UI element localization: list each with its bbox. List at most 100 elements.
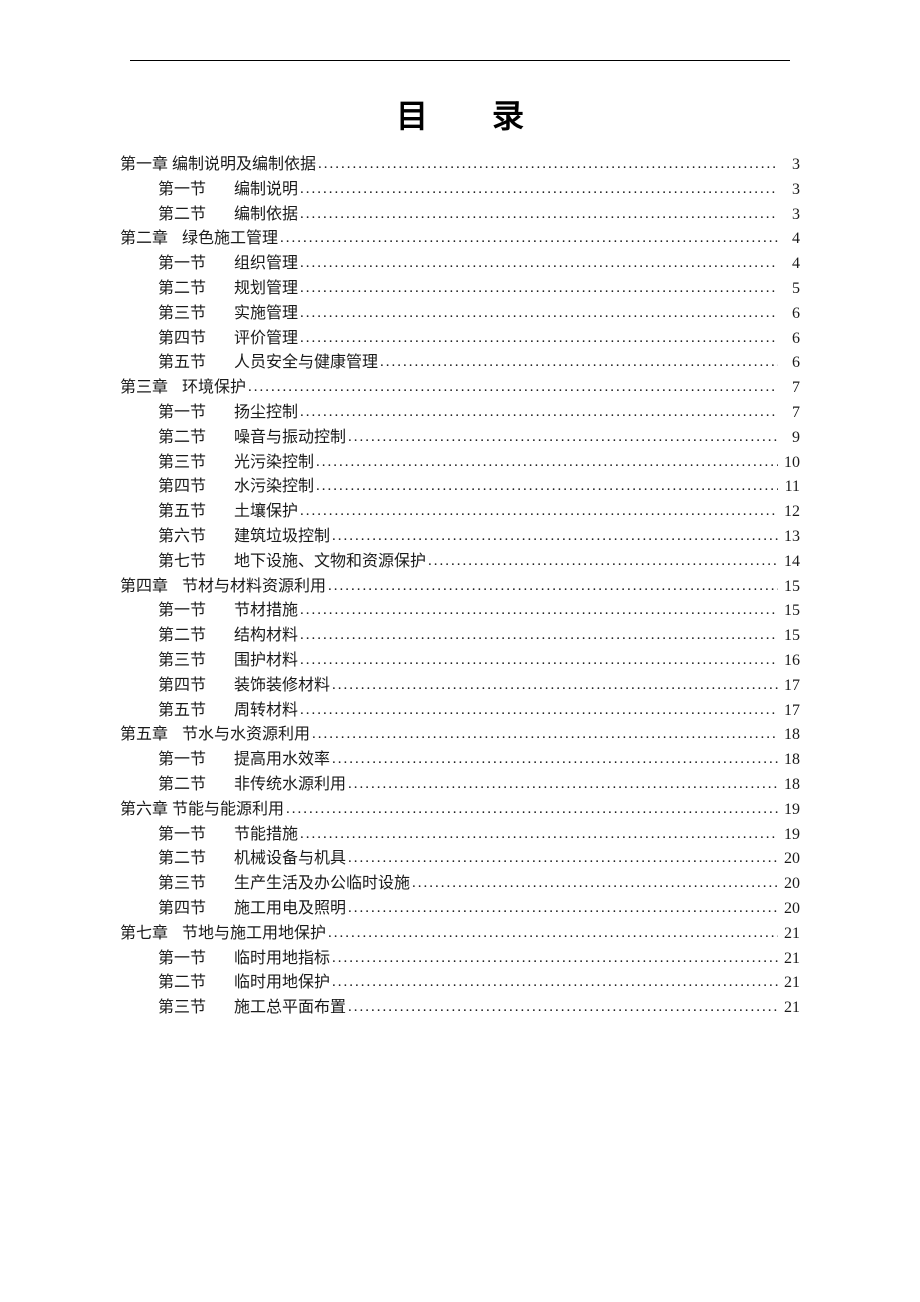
toc-entry: 第一节编制说明3 bbox=[120, 178, 800, 203]
toc-page-number: 13 bbox=[780, 525, 800, 550]
toc-entry: 第一节临时用地指标21 bbox=[120, 947, 800, 972]
toc-leader-dots bbox=[298, 649, 778, 672]
toc-entry-title: 环境保护 bbox=[182, 376, 246, 401]
toc-entry: 第一节组织管理4 bbox=[120, 252, 800, 277]
toc-page-number: 9 bbox=[780, 426, 800, 451]
toc-section-number: 第三节 bbox=[158, 302, 234, 327]
toc-entry-title: 围护材料 bbox=[234, 649, 298, 674]
toc-entry-title: 节材与材料资源利用 bbox=[182, 575, 326, 600]
toc-entry-label: 第三节施工总平面布置 bbox=[158, 996, 346, 1021]
toc-page-number: 21 bbox=[780, 996, 800, 1021]
toc-section-number: 第二节 bbox=[158, 624, 234, 649]
toc-leader-dots bbox=[298, 277, 778, 300]
toc-entry-label: 第二节机械设备与机具 bbox=[158, 847, 346, 872]
toc-section-number: 第四节 bbox=[158, 897, 234, 922]
toc-entry: 第二节结构材料15 bbox=[120, 624, 800, 649]
toc-entry-title: 组织管理 bbox=[234, 252, 298, 277]
toc-section-number: 第六章 bbox=[120, 801, 168, 818]
toc-entry-title: 规划管理 bbox=[234, 277, 298, 302]
toc-entry-title: 编制说明及编制依据 bbox=[172, 153, 316, 178]
toc-entry-title: 节水与水资源利用 bbox=[182, 723, 310, 748]
toc-section-number: 第二节 bbox=[158, 203, 234, 228]
toc-page-number: 11 bbox=[780, 475, 800, 500]
toc-leader-dots bbox=[330, 525, 778, 548]
toc-entry-label: 第一节临时用地指标 bbox=[158, 947, 330, 972]
toc-page-number: 12 bbox=[780, 500, 800, 525]
toc-page-number: 21 bbox=[780, 971, 800, 996]
toc-section-number: 第二节 bbox=[158, 847, 234, 872]
toc-entry: 第二章绿色施工管理 4 bbox=[120, 227, 800, 252]
toc-page-number: 18 bbox=[780, 748, 800, 773]
toc-leader-dots bbox=[410, 872, 778, 895]
toc-section-number: 第一节 bbox=[158, 947, 234, 972]
toc-entry-label: 第二节非传统水源利用 bbox=[158, 773, 346, 798]
toc-leader-dots bbox=[330, 674, 778, 697]
toc-entry: 第二节临时用地保护 21 bbox=[120, 971, 800, 996]
toc-leader-dots bbox=[378, 351, 778, 374]
toc-entry-title: 土壤保护 bbox=[234, 500, 298, 525]
toc-entry: 第五节周转材料17 bbox=[120, 699, 800, 724]
toc-entry-label: 第一节节材措施 bbox=[158, 599, 298, 624]
toc-section-number: 第五节 bbox=[158, 500, 234, 525]
toc-leader-dots bbox=[298, 401, 778, 424]
toc-leader-dots bbox=[314, 475, 778, 498]
toc-entry-title: 临时用地保护 bbox=[234, 971, 330, 996]
toc-leader-dots bbox=[310, 723, 778, 746]
toc-leader-dots bbox=[330, 748, 778, 771]
toc-entry-label: 第一节扬尘控制 bbox=[158, 401, 298, 426]
toc-page-number: 15 bbox=[780, 599, 800, 624]
toc-entry-title: 节能与能源利用 bbox=[172, 798, 284, 823]
toc-page-number: 4 bbox=[780, 227, 800, 252]
toc-entry-title: 提高用水效率 bbox=[234, 748, 330, 773]
toc-section-number: 第一节 bbox=[158, 823, 234, 848]
toc-page-number: 18 bbox=[780, 723, 800, 748]
toc-entry: 第五节土壤保护 12 bbox=[120, 500, 800, 525]
toc-page-number: 6 bbox=[780, 351, 800, 376]
toc-entry-label: 第四节装饰装修材料 bbox=[158, 674, 330, 699]
toc-entry-label: 第二节结构材料 bbox=[158, 624, 298, 649]
toc-entry-label: 第二章绿色施工管理 bbox=[120, 227, 278, 252]
toc-leader-dots bbox=[298, 302, 778, 325]
toc-leader-dots bbox=[346, 897, 778, 920]
toc-entry-title: 扬尘控制 bbox=[234, 401, 298, 426]
toc-leader-dots bbox=[246, 376, 778, 399]
toc-leader-dots bbox=[346, 426, 778, 449]
toc-entry: 第五节人员安全与健康管理6 bbox=[120, 351, 800, 376]
toc-entry-title: 装饰装修材料 bbox=[234, 674, 330, 699]
toc-entry: 第三节围护材料16 bbox=[120, 649, 800, 674]
toc-entry-label: 第二节临时用地保护 bbox=[158, 971, 330, 996]
toc-entry-label: 第三节围护材料 bbox=[158, 649, 298, 674]
toc-entry-title: 绿色施工管理 bbox=[182, 227, 278, 252]
toc-entry: 第二节规划管理5 bbox=[120, 277, 800, 302]
toc-entry-label: 第三节光污染控制 bbox=[158, 451, 314, 476]
toc-entry-title: 评价管理 bbox=[234, 327, 298, 352]
toc-section-number: 第一节 bbox=[158, 401, 234, 426]
toc-leader-dots bbox=[426, 550, 778, 573]
toc-entry-title: 非传统水源利用 bbox=[234, 773, 346, 798]
toc-entry-label: 第一节提高用水效率 bbox=[158, 748, 330, 773]
toc-entry: 第四章节材与材料资源利用15 bbox=[120, 575, 800, 600]
toc-section-number: 第三节 bbox=[158, 872, 234, 897]
toc-entry-label: 第三节实施管理 bbox=[158, 302, 298, 327]
toc-leader-dots bbox=[298, 823, 778, 846]
toc-entry-label: 第四章节材与材料资源利用 bbox=[120, 575, 326, 600]
toc-page-number: 18 bbox=[780, 773, 800, 798]
toc-entry-title: 施工总平面布置 bbox=[234, 996, 346, 1021]
toc-entry-label: 第二节编制依据 bbox=[158, 203, 298, 228]
toc-leader-dots bbox=[298, 203, 778, 226]
toc-entry-title: 周转材料 bbox=[234, 699, 298, 724]
toc-section-number: 第五节 bbox=[158, 351, 234, 376]
toc-entry-title: 节能措施 bbox=[234, 823, 298, 848]
toc-page-number: 19 bbox=[780, 798, 800, 823]
toc-entry: 第五章节水与水资源利用18 bbox=[120, 723, 800, 748]
toc-section-number: 第一节 bbox=[158, 178, 234, 203]
toc-entry-label: 第三节生产生活及办公临时设施 bbox=[158, 872, 410, 897]
toc-section-number: 第二章 bbox=[120, 230, 168, 247]
toc-entry-title: 地下设施、文物和资源保护 bbox=[234, 550, 426, 575]
toc-page-number: 3 bbox=[780, 153, 800, 178]
toc-entry: 第三节光污染控制10 bbox=[120, 451, 800, 476]
toc-section-number: 第六节 bbox=[158, 525, 234, 550]
toc-entry-label: 第四节施工用电及照明 bbox=[158, 897, 346, 922]
toc-leader-dots bbox=[314, 451, 778, 474]
toc-section-number: 第四节 bbox=[158, 327, 234, 352]
